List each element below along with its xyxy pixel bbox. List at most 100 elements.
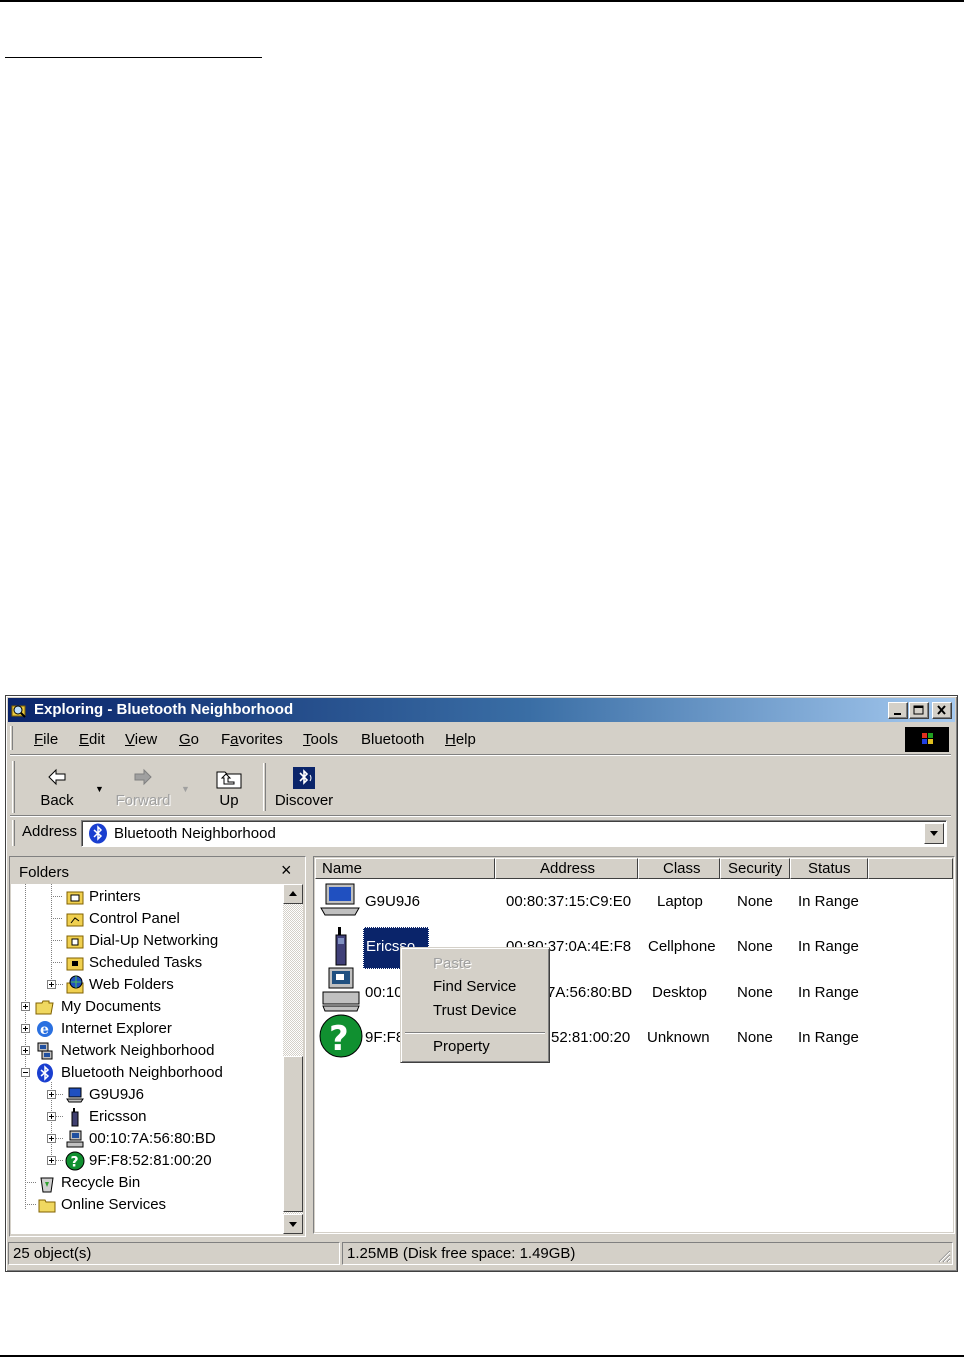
row-name: 9F:F8: [365, 1029, 405, 1046]
bluetooth-discover-icon: [293, 767, 315, 789]
folder-open-icon: [35, 1000, 54, 1015]
scroll-up-button[interactable]: [283, 884, 303, 904]
recycle-bin-icon: [40, 1177, 54, 1193]
back-button[interactable]: Back: [28, 766, 86, 812]
device-list: Name Address Class Security Status G9U9J…: [315, 858, 953, 1232]
chevron-down-icon: [930, 831, 938, 836]
discover-button[interactable]: Discover: [272, 766, 336, 812]
menu-help[interactable]: Help: [445, 731, 476, 748]
up-label: Up: [219, 792, 239, 809]
address-field[interactable]: Bluetooth Neighborhood: [81, 820, 947, 847]
column-header-status[interactable]: Status: [790, 858, 868, 879]
desktop-icon: [66, 1130, 84, 1148]
resize-grip-icon[interactable]: [937, 1249, 951, 1263]
column-header-name[interactable]: Name: [315, 858, 495, 879]
context-find-service[interactable]: Find Service: [433, 978, 516, 995]
context-menu: Paste Find Service Trust Device Property: [400, 947, 550, 1063]
expand-icon[interactable]: [47, 1156, 56, 1165]
status-objects: 25 object(s): [8, 1242, 340, 1265]
row-name: 00:10: [365, 984, 403, 1001]
expand-icon[interactable]: [47, 980, 56, 989]
menu-go[interactable]: Go: [179, 731, 199, 748]
close-icon: [937, 705, 946, 715]
expand-icon[interactable]: [21, 1002, 30, 1011]
title-bar[interactable]: Exploring - Bluetooth Neighborhood: [8, 698, 955, 722]
expand-icon[interactable]: [47, 1134, 56, 1143]
heading-underline: [5, 57, 262, 58]
tree-item-label: Internet Explorer: [61, 1020, 172, 1037]
row-security: None: [737, 1029, 773, 1046]
expand-icon[interactable]: [21, 1046, 30, 1055]
folders-scrollbar[interactable]: [283, 884, 303, 1234]
column-header-class[interactable]: Class: [638, 858, 720, 879]
svg-text:?: ?: [71, 1155, 79, 1171]
desktop-icon: [322, 967, 360, 1012]
svg-text:?: ?: [329, 1019, 349, 1058]
tree-item-label: Dial-Up Networking: [89, 932, 219, 949]
explorer-icon: [11, 705, 26, 718]
tree-item-label: 9F:F8:52:81:00:20: [89, 1152, 212, 1169]
network-icon: [37, 1042, 53, 1060]
context-trust-device[interactable]: Trust Device: [433, 1002, 517, 1019]
back-dropdown-arrow-icon[interactable]: ▼: [95, 784, 104, 794]
up-folder-icon: [216, 771, 242, 789]
column-header-address[interactable]: Address: [495, 858, 638, 879]
expand-icon[interactable]: [47, 1112, 56, 1121]
menubar-grip[interactable]: [10, 726, 13, 750]
tree-item-label: Network Neighborhood: [61, 1042, 215, 1059]
menu-file[interactable]: File: [34, 731, 58, 748]
discover-label: Discover: [274, 792, 334, 809]
address-dropdown-button[interactable]: [924, 823, 944, 844]
tree-connector: [56, 1116, 64, 1117]
column-header-security[interactable]: Security: [720, 858, 790, 879]
menu-bar: File Edit View Go Favorites Tools Blueto…: [8, 724, 953, 752]
forward-button[interactable]: Forward: [112, 766, 174, 812]
row-status: In Range: [798, 984, 859, 1001]
forward-dropdown-arrow-icon[interactable]: ▼: [181, 784, 190, 794]
column-header-label: Address: [540, 860, 596, 877]
tree-item-label: Scheduled Tasks: [89, 954, 203, 971]
column-header-label: Name: [322, 860, 363, 877]
row-class: Desktop: [652, 984, 708, 1001]
control-panel-icon: [66, 913, 84, 927]
bluetooth-icon: [89, 823, 107, 844]
row-address: 7A:56:80:BD: [547, 984, 633, 1001]
menu-edit[interactable]: Edit: [79, 731, 105, 748]
row-address: 52:81:00:20: [551, 1029, 631, 1046]
collapse-icon[interactable]: [21, 1068, 30, 1077]
unknown-device-icon: ?: [319, 1014, 363, 1058]
column-header-filler: [868, 858, 953, 879]
scroll-thumb[interactable]: [283, 1056, 303, 1212]
close-button[interactable]: [932, 702, 952, 719]
maximize-button[interactable]: [909, 702, 929, 719]
up-button[interactable]: Up: [208, 766, 250, 812]
expand-icon[interactable]: [21, 1024, 30, 1033]
context-paste[interactable]: Paste: [433, 955, 471, 972]
address-grip[interactable]: [12, 820, 15, 846]
unknown-device-icon: ?: [65, 1151, 85, 1171]
tree-item-label: 00:10:7A:56:80:BD: [89, 1130, 216, 1147]
minimize-button[interactable]: [888, 702, 908, 719]
scroll-down-button[interactable]: [283, 1214, 303, 1234]
address-label: Address: [22, 823, 78, 840]
folders-title: Folders: [19, 864, 70, 881]
tree-item-label: My Documents: [61, 998, 162, 1015]
row-class: Cellphone: [648, 938, 716, 955]
toolbar-grip[interactable]: [12, 761, 15, 813]
row-class: Unknown: [647, 1029, 710, 1046]
laptop-icon: [66, 1087, 84, 1103]
row-security: None: [737, 893, 773, 910]
tree-connector: [56, 1138, 64, 1139]
context-property[interactable]: Property: [433, 1038, 490, 1055]
folders-close-icon[interactable]: ×: [281, 860, 292, 881]
expand-icon[interactable]: [47, 1090, 56, 1099]
back-label: Back: [40, 792, 74, 809]
menu-tools[interactable]: Tools: [303, 731, 338, 748]
page-bottom-rule: [0, 1355, 964, 1357]
menu-favorites[interactable]: Favorites: [221, 731, 283, 748]
menu-bluetooth[interactable]: Bluetooth: [361, 731, 424, 748]
menu-view[interactable]: View: [125, 731, 157, 748]
address-value: Bluetooth Neighborhood: [114, 825, 276, 842]
explorer-window: Exploring - Bluetooth Neighborhood File …: [5, 695, 958, 1272]
row-status: In Range: [798, 1029, 859, 1046]
